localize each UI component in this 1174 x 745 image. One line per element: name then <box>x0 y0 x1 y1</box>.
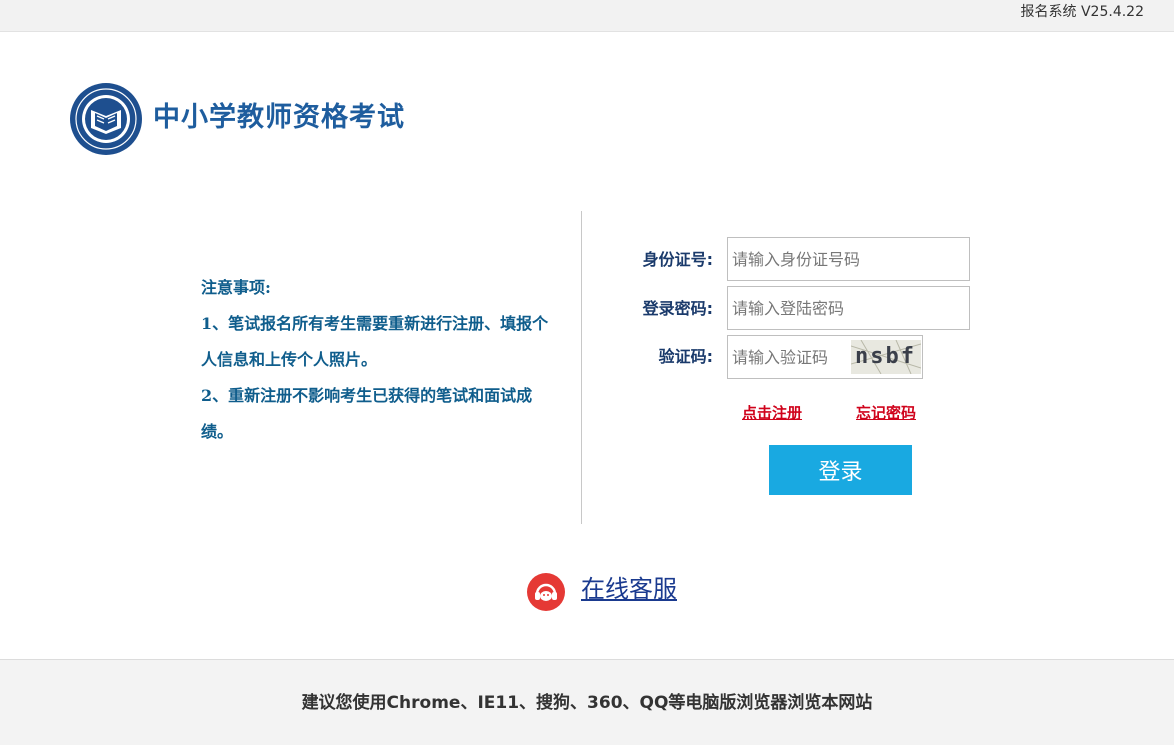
book-emblem-icon <box>69 82 143 156</box>
forgot-password-link[interactable]: 忘记密码 <box>856 403 916 423</box>
top-bar: 报名系统 V25.4.22 <box>0 0 1174 32</box>
site-title: 中小学教师资格考试 <box>153 102 405 133</box>
notice-title: 注意事项: <box>201 278 271 297</box>
system-version: 报名系统 V25.4.22 <box>1020 4 1144 20</box>
captcha-image[interactable]: nsbf <box>851 340 921 374</box>
browser-recommendation: 建议您使用Chrome、IE11、搜狗、360、QQ等电脑版浏览器浏览本网站 <box>301 693 873 713</box>
notice-panel: 注意事项: 1、笔试报名所有考生需要重新进行注册、填报个人信息和上传个人照片。 … <box>201 270 561 450</box>
captcha-text: nsbf <box>855 344 916 369</box>
online-support-link[interactable]: 在线客服 <box>581 574 677 604</box>
login-button[interactable]: 登录 <box>769 445 912 495</box>
register-link[interactable]: 点击注册 <box>742 403 802 423</box>
password-label: 登录密码: <box>642 299 713 318</box>
notice-item-2: 2、重新注册不影响考生已获得的笔试和面试成绩。 <box>201 386 533 441</box>
captcha-label: 验证码: <box>658 347 713 366</box>
vertical-divider <box>581 211 582 524</box>
id-number-label: 身份证号: <box>642 250 713 269</box>
customer-service-icon[interactable] <box>527 573 565 611</box>
notice-item-1: 1、笔试报名所有考生需要重新进行注册、填报个人信息和上传个人照片。 <box>201 314 549 369</box>
footer: 建议您使用Chrome、IE11、搜狗、360、QQ等电脑版浏览器浏览本网站 <box>0 659 1174 745</box>
password-input[interactable] <box>727 286 970 330</box>
id-number-input[interactable] <box>727 237 970 281</box>
